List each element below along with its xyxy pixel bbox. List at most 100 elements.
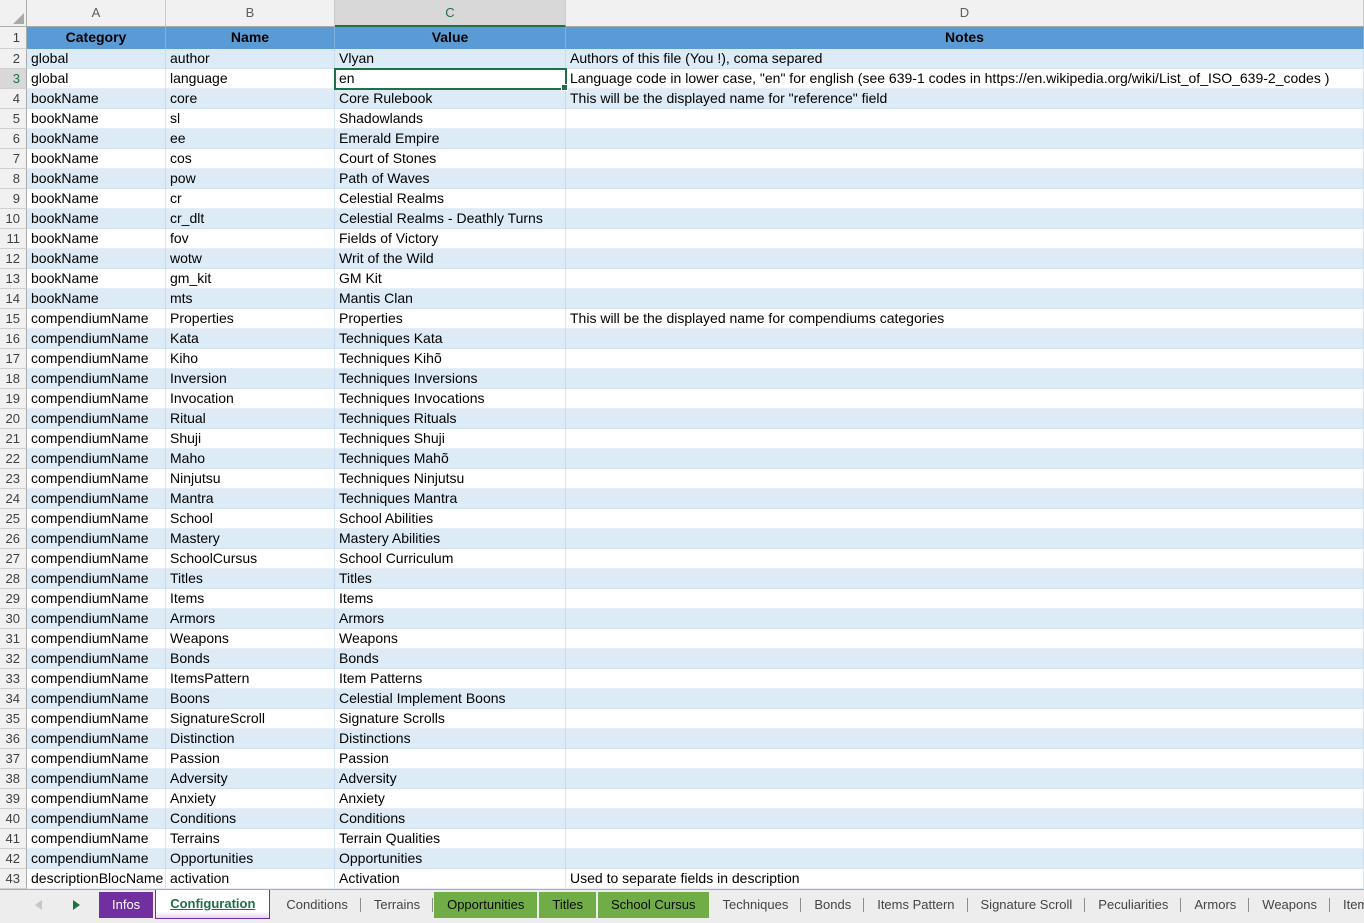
cell-B36[interactable]: Distinction (166, 729, 335, 749)
cell-B39[interactable]: Anxiety (166, 789, 335, 809)
cell-C16[interactable]: Techniques Kata (335, 329, 566, 349)
cell-C19[interactable]: Techniques Invocations (335, 389, 566, 409)
cell-D14[interactable] (566, 289, 1364, 309)
cell-D4[interactable]: This will be the displayed name for "ref… (566, 89, 1364, 109)
cell-B23[interactable]: Ninjutsu (166, 469, 335, 489)
cell-C4[interactable]: Core Rulebook (335, 89, 566, 109)
cell-B4[interactable]: core (166, 89, 335, 109)
cell-C34[interactable]: Celestial Implement Boons (335, 689, 566, 709)
cell-C25[interactable]: School Abilities (335, 509, 566, 529)
cell-B2[interactable]: author (166, 49, 335, 69)
cell-D10[interactable] (566, 209, 1364, 229)
cell-B13[interactable]: gm_kit (166, 269, 335, 289)
cell-A7[interactable]: bookName (27, 149, 166, 169)
cell-D21[interactable] (566, 429, 1364, 449)
row-header-34[interactable]: 34 (0, 689, 27, 709)
column-header-b[interactable]: B (166, 0, 335, 27)
sheet-tab-conditions[interactable]: Conditions (273, 892, 360, 918)
row-header-25[interactable]: 25 (0, 509, 27, 529)
cell-A37[interactable]: compendiumName (27, 749, 166, 769)
cell-D15[interactable]: This will be the displayed name for comp… (566, 309, 1364, 329)
cell-D7[interactable] (566, 149, 1364, 169)
cell-D40[interactable] (566, 809, 1364, 829)
row-header-42[interactable]: 42 (0, 849, 27, 869)
row-header-10[interactable]: 10 (0, 209, 27, 229)
cell-C7[interactable]: Court of Stones (335, 149, 566, 169)
column-header-d[interactable]: D (566, 0, 1364, 27)
cell-B31[interactable]: Weapons (166, 629, 335, 649)
cell-C43[interactable]: Activation (335, 869, 566, 889)
row-header-18[interactable]: 18 (0, 369, 27, 389)
table-header-cell-b1[interactable]: Name (166, 27, 335, 49)
cell-D36[interactable] (566, 729, 1364, 749)
cell-C42[interactable]: Opportunities (335, 849, 566, 869)
cell-D26[interactable] (566, 529, 1364, 549)
cell-A25[interactable]: compendiumName (27, 509, 166, 529)
row-header-26[interactable]: 26 (0, 529, 27, 549)
cell-B6[interactable]: ee (166, 129, 335, 149)
sheet-tab-peculiarities[interactable]: Peculiarities (1085, 892, 1181, 918)
cell-D11[interactable] (566, 229, 1364, 249)
cell-D19[interactable] (566, 389, 1364, 409)
cell-C40[interactable]: Conditions (335, 809, 566, 829)
row-header-43[interactable]: 43 (0, 869, 27, 889)
row-header-28[interactable]: 28 (0, 569, 27, 589)
cell-B3[interactable]: language (166, 69, 335, 89)
row-header-21[interactable]: 21 (0, 429, 27, 449)
cell-C22[interactable]: Techniques Mahõ (335, 449, 566, 469)
row-header-23[interactable]: 23 (0, 469, 27, 489)
cell-A18[interactable]: compendiumName (27, 369, 166, 389)
cell-D6[interactable] (566, 129, 1364, 149)
cell-B35[interactable]: SignatureScroll (166, 709, 335, 729)
row-header-35[interactable]: 35 (0, 709, 27, 729)
sheet-tab-configuration[interactable]: Configuration (155, 890, 270, 919)
cell-B5[interactable]: sl (166, 109, 335, 129)
cell-A9[interactable]: bookName (27, 189, 166, 209)
cell-B12[interactable]: wotw (166, 249, 335, 269)
cell-D31[interactable] (566, 629, 1364, 649)
row-header-33[interactable]: 33 (0, 669, 27, 689)
cell-B10[interactable]: cr_dlt (166, 209, 335, 229)
cell-A27[interactable]: compendiumName (27, 549, 166, 569)
cell-A41[interactable]: compendiumName (27, 829, 166, 849)
cell-B28[interactable]: Titles (166, 569, 335, 589)
cell-D39[interactable] (566, 789, 1364, 809)
cell-A40[interactable]: compendiumName (27, 809, 166, 829)
cell-D23[interactable] (566, 469, 1364, 489)
sheet-tab-items-pattern[interactable]: Items Pattern (864, 892, 967, 918)
cell-B15[interactable]: Properties (166, 309, 335, 329)
cell-B41[interactable]: Terrains (166, 829, 335, 849)
cell-A24[interactable]: compendiumName (27, 489, 166, 509)
row-header-5[interactable]: 5 (0, 109, 27, 129)
cell-D38[interactable] (566, 769, 1364, 789)
cell-C21[interactable]: Techniques Shuji (335, 429, 566, 449)
cell-D27[interactable] (566, 549, 1364, 569)
cell-B9[interactable]: cr (166, 189, 335, 209)
cell-D16[interactable] (566, 329, 1364, 349)
cell-D35[interactable] (566, 709, 1364, 729)
cell-B34[interactable]: Boons (166, 689, 335, 709)
cell-D8[interactable] (566, 169, 1364, 189)
cell-A19[interactable]: compendiumName (27, 389, 166, 409)
cell-A13[interactable]: bookName (27, 269, 166, 289)
row-header-13[interactable]: 13 (0, 269, 27, 289)
cell-B27[interactable]: SchoolCursus (166, 549, 335, 569)
cell-C24[interactable]: Techniques Mantra (335, 489, 566, 509)
cell-A28[interactable]: compendiumName (27, 569, 166, 589)
row-header-32[interactable]: 32 (0, 649, 27, 669)
cell-D32[interactable] (566, 649, 1364, 669)
cell-C27[interactable]: School Curriculum (335, 549, 566, 569)
cell-C3[interactable]: en (335, 69, 566, 89)
row-header-20[interactable]: 20 (0, 409, 27, 429)
cell-B22[interactable]: Maho (166, 449, 335, 469)
cell-A30[interactable]: compendiumName (27, 609, 166, 629)
column-header-c[interactable]: C (335, 0, 566, 27)
cell-A12[interactable]: bookName (27, 249, 166, 269)
cell-D34[interactable] (566, 689, 1364, 709)
row-header-16[interactable]: 16 (0, 329, 27, 349)
row-header-6[interactable]: 6 (0, 129, 27, 149)
cell-B8[interactable]: pow (166, 169, 335, 189)
cell-A43[interactable]: descriptionBlocName (27, 869, 166, 889)
cell-C35[interactable]: Signature Scrolls (335, 709, 566, 729)
cell-A15[interactable]: compendiumName (27, 309, 166, 329)
